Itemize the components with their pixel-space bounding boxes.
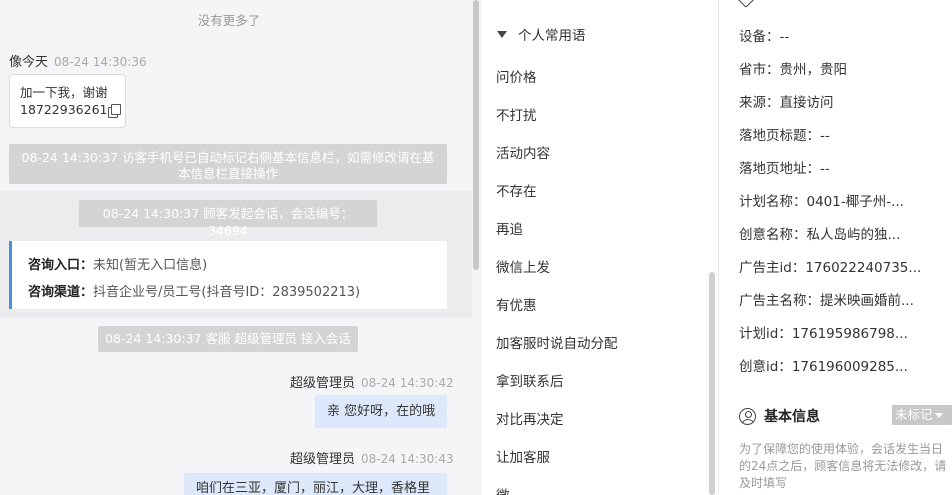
system-message: 08-24 14:30:37 客服 超级管理员 接入会话 [98,326,358,352]
agent-name: 超级管理员 [290,376,356,391]
visitor-message-bubble: 加一下我，谢谢 18722936261 [9,74,126,128]
copy-icon[interactable] [108,103,121,118]
entry-value: 未知(暂无入口信息) [93,258,208,273]
entry-label: 咨询入口： [28,258,94,273]
phrase-item[interactable]: 问价格 [496,66,537,86]
chat-scrollbar[interactable] [472,0,480,495]
info-row-source: 来源：直接访问 [739,95,834,111]
edit-deadline-note: 为了保障您的使用体验，会话发生当日的24点之后，顾客信息将无法修改，请及时填写 [739,442,947,490]
agent-name: 超级管理员 [290,452,356,467]
phrases-scrollbar[interactable] [706,0,718,495]
agent-msg-time: 08-24 14:30:42 [361,376,454,390]
common-phrases-panel: 个人常用语 问价格 不打扰 活动内容 不存在 再追 微信上发 有优惠 加客服时说… [480,0,706,495]
phrases-group-header[interactable]: 个人常用语 [497,24,586,44]
agent-msg-time: 08-24 14:30:43 [361,452,454,466]
info-row-plan-id: 计划id：176195986798... [739,326,908,342]
agent-message-bubble: 咱们在三亚，厦门，丽江，大理，香格里 [184,473,447,495]
agent-message-bubble: 亲 您好呀，在的哦 [315,395,447,428]
phrase-item[interactable]: 让加客服 [496,446,550,466]
info-row-creative-name: 创意名称：私人岛屿的独... [739,227,901,243]
visitor-info-panel: 设备：-- 省市：贵州，贵阳 来源：直接访问 落地页标题：-- 落地页地址：--… [719,0,952,495]
chat-panel: 没有更多了 像今天 08-24 14:30:36 加一下我，谢谢 18722936… [0,0,472,495]
info-row-advertiser-name: 广告主名称：提米映画婚前... [739,293,914,309]
section-icon [736,0,756,8]
info-row-creative-id: 创意id：176196009285... [739,359,908,375]
basic-info-title: 基本信息 [764,409,820,425]
system-message: 08-24 14:30:37 访客手机号已自动标记右侧基本信息栏，如需修改请在基… [9,144,447,184]
info-row-device: 设备：-- [739,29,790,45]
phrase-item[interactable]: 加客服时说自动分配 [496,332,618,352]
triangle-down-icon [497,30,507,38]
phrase-item[interactable]: 不存在 [496,180,537,200]
phrase-item[interactable]: 有优惠 [496,294,537,314]
info-row-advertiser-id: 广告主id：176022240735... [739,260,922,276]
no-more-text: 没有更多了 [197,13,261,28]
visitor-name: 像今天 [9,55,49,70]
visitor-message-text: 加一下我，谢谢 [20,85,108,100]
phrase-item[interactable]: 拿到联系后 [496,370,564,390]
info-row-region: 省市：贵州，贵阳 [739,62,847,78]
system-message: 08-24 14:30:37 顾客发起会话，会话编号：34694 [79,200,377,238]
chat-scrollbar-thumb[interactable] [473,0,479,270]
user-circle-icon [739,407,756,425]
channel-label: 咨询渠道： [28,285,94,300]
chat-workspace: 没有更多了 像今天 08-24 14:30:36 加一下我，谢谢 18722936… [0,0,952,495]
phrase-item[interactable]: 不打扰 [496,104,537,124]
phrase-item[interactable]: 活动内容 [496,142,550,162]
tag-dropdown-button[interactable]: 未标记 [892,405,952,425]
phrase-item[interactable]: 对比再决定 [496,408,564,428]
visitor-msg-header: 像今天 08-24 14:30:36 [9,51,147,70]
phrase-item[interactable]: 微 [496,484,510,495]
info-row-plan-name: 计划名称：0401-椰子州-... [739,194,904,210]
phrases-scrollbar-thumb[interactable] [709,272,715,495]
phrase-item[interactable]: 微信上发 [496,256,550,276]
basic-info-header: 基本信息 [739,406,820,426]
phrase-item[interactable]: 再追 [496,218,523,238]
info-row-landing-title: 落地页标题：-- [739,128,830,144]
phrases-group-title: 个人常用语 [518,28,586,44]
caret-down-icon [934,413,943,418]
visitor-phone[interactable]: 18722936261 [20,101,107,118]
consult-info-card: 咨询入口：未知(暂无入口信息) 咨询渠道：抖音企业号/员工号(抖音号ID：283… [9,241,447,309]
agent-msg-header: 超级管理员 08-24 14:30:43 [290,448,454,467]
info-row-landing-url: 落地页地址：-- [739,161,830,177]
channel-value: 抖音企业号/员工号(抖音号ID：2839502213) [93,285,361,300]
visitor-msg-time: 08-24 14:30:36 [54,55,147,69]
agent-msg-header: 超级管理员 08-24 14:30:42 [290,372,454,391]
tag-dropdown-label: 未标记 [895,407,933,422]
